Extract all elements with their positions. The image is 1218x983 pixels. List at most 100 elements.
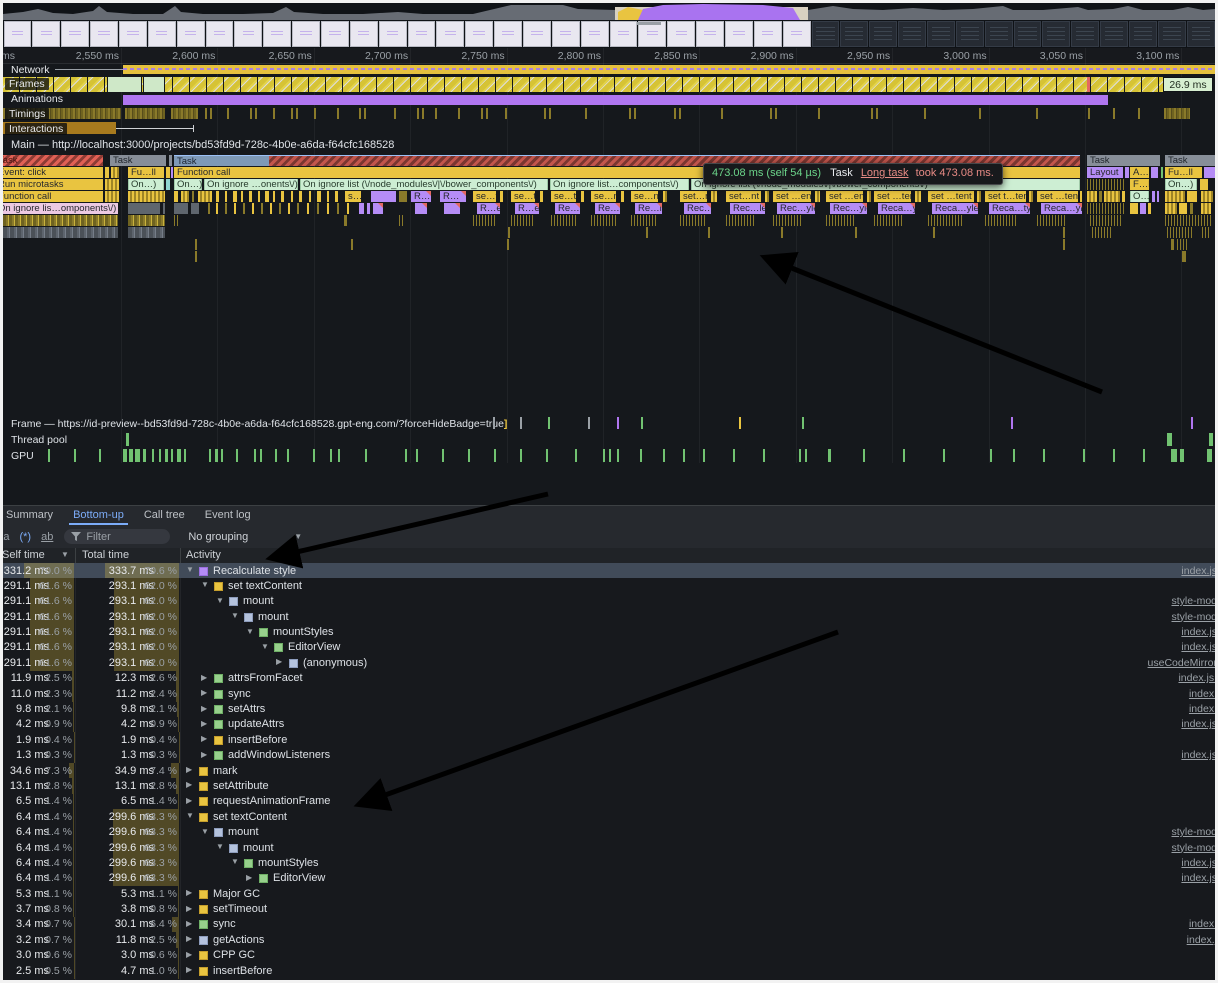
flame-bar[interactable]: Reca…yle <box>932 203 978 214</box>
regex-icon[interactable]: (*) <box>19 531 31 543</box>
activity-name[interactable]: mountStyles <box>258 857 319 869</box>
column-header-activity[interactable]: Activity <box>186 549 221 561</box>
flame-bar[interactable]: On ignore list (\/node_modules\/|\/bower… <box>300 179 548 190</box>
flame-bar[interactable]: se…nt <box>591 191 616 202</box>
flame-bar[interactable]: Event: click <box>3 167 103 178</box>
frame-track-label[interactable]: Frame — https://id-preview--bd53fd9d-728… <box>11 418 507 430</box>
collapse-arrow-icon[interactable]: ▼ <box>186 565 194 574</box>
flame-tick[interactable] <box>1104 191 1120 202</box>
cpu-overview-strip[interactable] <box>3 3 1215 21</box>
flame-tick[interactable] <box>128 227 165 238</box>
long-task-link[interactable]: Long task <box>861 167 909 179</box>
main-flame-chart[interactable]: TaskTaskTaskTaskTaskEvent: clickFu…llFun… <box>3 155 1215 265</box>
animations-track-label[interactable]: Animations <box>11 93 63 105</box>
flame-bar[interactable]: set …ent <box>826 191 863 202</box>
flame-tick[interactable] <box>128 191 165 202</box>
filmstrip-thumbnail[interactable] <box>177 21 205 47</box>
flame-bar[interactable]: se…t <box>473 191 496 202</box>
flame-bar[interactable]: se…nt <box>631 191 658 202</box>
expand-arrow-icon[interactable]: ▶ <box>201 734 207 743</box>
expand-arrow-icon[interactable]: ▶ <box>186 780 192 789</box>
source-link[interactable]: index.js <box>1181 872 1215 884</box>
animations-bar[interactable] <box>123 95 1108 105</box>
filter-input[interactable]: Filter <box>64 529 170 544</box>
flame-bar[interactable]: Re…le <box>595 203 620 214</box>
source-link[interactable]: index.js: <box>1178 672 1215 684</box>
flame-tick[interactable] <box>3 227 118 238</box>
flame-tick[interactable] <box>1204 167 1215 178</box>
flame-bar[interactable]: Task <box>110 155 166 166</box>
flame-tick[interactable] <box>1087 179 1125 190</box>
activity-name[interactable]: mount <box>228 826 259 838</box>
interactions-track-label[interactable]: Interactions <box>5 123 67 135</box>
activity-name[interactable]: EditorView <box>288 641 340 653</box>
activity-name[interactable]: updateAttrs <box>228 718 284 730</box>
source-link[interactable]: index.js <box>1181 641 1215 653</box>
flame-tick[interactable] <box>680 215 707 226</box>
source-link[interactable]: index. <box>1189 918 1215 930</box>
network-track-label[interactable]: Network <box>11 64 50 76</box>
flame-bar[interactable]: Task <box>3 155 103 166</box>
flame-tick[interactable] <box>1187 191 1197 202</box>
flame-bar[interactable]: se…t <box>551 191 576 202</box>
expand-arrow-icon[interactable]: ▶ <box>201 673 207 682</box>
column-header-self-time[interactable]: Self time <box>7 549 45 561</box>
table-row[interactable]: 331.2 ms70.0 %333.7 ms70.6 %▼Recalculate… <box>3 563 1215 578</box>
flame-tick[interactable] <box>1092 227 1112 238</box>
flame-bar[interactable]: R… <box>440 191 466 202</box>
filmstrip-thumbnail[interactable] <box>321 21 349 47</box>
flame-bar[interactable]: set …tent <box>1037 191 1078 202</box>
table-row[interactable]: 291.1 ms61.6 %293.1 ms62.0 %▼set textCon… <box>3 578 1215 593</box>
flame-bar[interactable]: Rec…yle <box>830 203 867 214</box>
filmstrip-thumbnail[interactable] <box>379 21 407 47</box>
activity-name[interactable]: (anonymous) <box>303 657 367 669</box>
tab-bottom-up[interactable]: Bottom-up <box>63 506 134 525</box>
activity-name[interactable]: sync <box>213 918 236 930</box>
table-row[interactable]: 4.2 ms0.9 %4.2 ms0.9 %▶updateAttrsindex.… <box>3 717 1215 732</box>
tab-event-log[interactable]: Event log <box>195 506 261 525</box>
network-activity-bar[interactable] <box>123 65 1215 74</box>
table-row[interactable]: 3.7 ms0.8 %3.8 ms0.8 %▶setTimeout <box>3 902 1215 917</box>
filmstrip-thumbnail[interactable] <box>898 21 926 47</box>
filmstrip-thumbnail[interactable] <box>1129 21 1157 47</box>
source-link[interactable]: index.js <box>1181 749 1215 761</box>
column-header-total-time[interactable]: Total time <box>82 549 129 561</box>
table-row[interactable]: 6.4 ms1.4 %299.6 ms63.3 %▼mountstyle-mod <box>3 840 1215 855</box>
flame-tick[interactable] <box>174 203 188 214</box>
activity-name[interactable]: Recalculate style <box>213 565 296 577</box>
flame-tick[interactable] <box>1165 203 1177 214</box>
table-row[interactable]: 11.0 ms2.3 %11.2 ms2.4 %▶syncindex. <box>3 686 1215 701</box>
activity-name[interactable]: mount <box>243 595 274 607</box>
table-row[interactable]: 5.3 ms1.1 %5.3 ms1.1 %▶Major GC <box>3 886 1215 901</box>
filmstrip-thumbnail[interactable] <box>1187 21 1215 47</box>
flame-bar[interactable]: On…) <box>1165 179 1197 190</box>
expand-arrow-icon[interactable]: ▶ <box>246 873 252 882</box>
table-row[interactable] <box>3 979 1215 980</box>
flame-bar[interactable]: set…nt <box>680 191 707 202</box>
flame-tick[interactable] <box>874 215 904 226</box>
source-link[interactable]: style-mod <box>1171 842 1215 854</box>
filmstrip-thumbnail[interactable] <box>1158 21 1186 47</box>
activity-name[interactable]: set textContent <box>228 580 302 592</box>
expand-arrow-icon[interactable]: ▶ <box>186 965 192 974</box>
flame-bar[interactable]: set …tent <box>928 191 974 202</box>
flame-bar[interactable]: Layout <box>1087 167 1123 178</box>
flame-bar[interactable]: On ignore list…components\/) <box>550 179 689 190</box>
table-row[interactable]: 6.4 ms1.4 %299.6 ms63.3 %▼set textConten… <box>3 809 1215 824</box>
collapse-arrow-icon[interactable]: ▼ <box>231 611 239 620</box>
table-row[interactable]: 6.4 ms1.4 %299.6 ms63.3 %▶EditorViewinde… <box>3 871 1215 886</box>
collapse-arrow-icon[interactable]: ▼ <box>216 596 224 605</box>
expand-arrow-icon[interactable]: ▶ <box>201 750 207 759</box>
source-link[interactable]: index. <box>1189 688 1215 700</box>
filmstrip-thumbnail[interactable] <box>1014 21 1042 47</box>
table-row[interactable]: 291.1 ms61.6 %293.1 ms62.0 %▼mountstyle-… <box>3 609 1215 624</box>
flame-tick[interactable] <box>128 215 165 226</box>
filmstrip-thumbnail[interactable] <box>985 21 1013 47</box>
source-link[interactable]: useCodeMirror <box>1148 657 1215 669</box>
flame-bar[interactable]: Fu…ll <box>1165 167 1202 178</box>
flame-bar[interactable]: Task <box>1165 155 1215 166</box>
collapse-arrow-icon[interactable]: ▼ <box>201 580 209 589</box>
flame-bar[interactable]: Reca…yle <box>1041 203 1082 214</box>
flame-tick[interactable] <box>726 215 756 226</box>
activity-name[interactable]: setTimeout <box>213 903 267 915</box>
